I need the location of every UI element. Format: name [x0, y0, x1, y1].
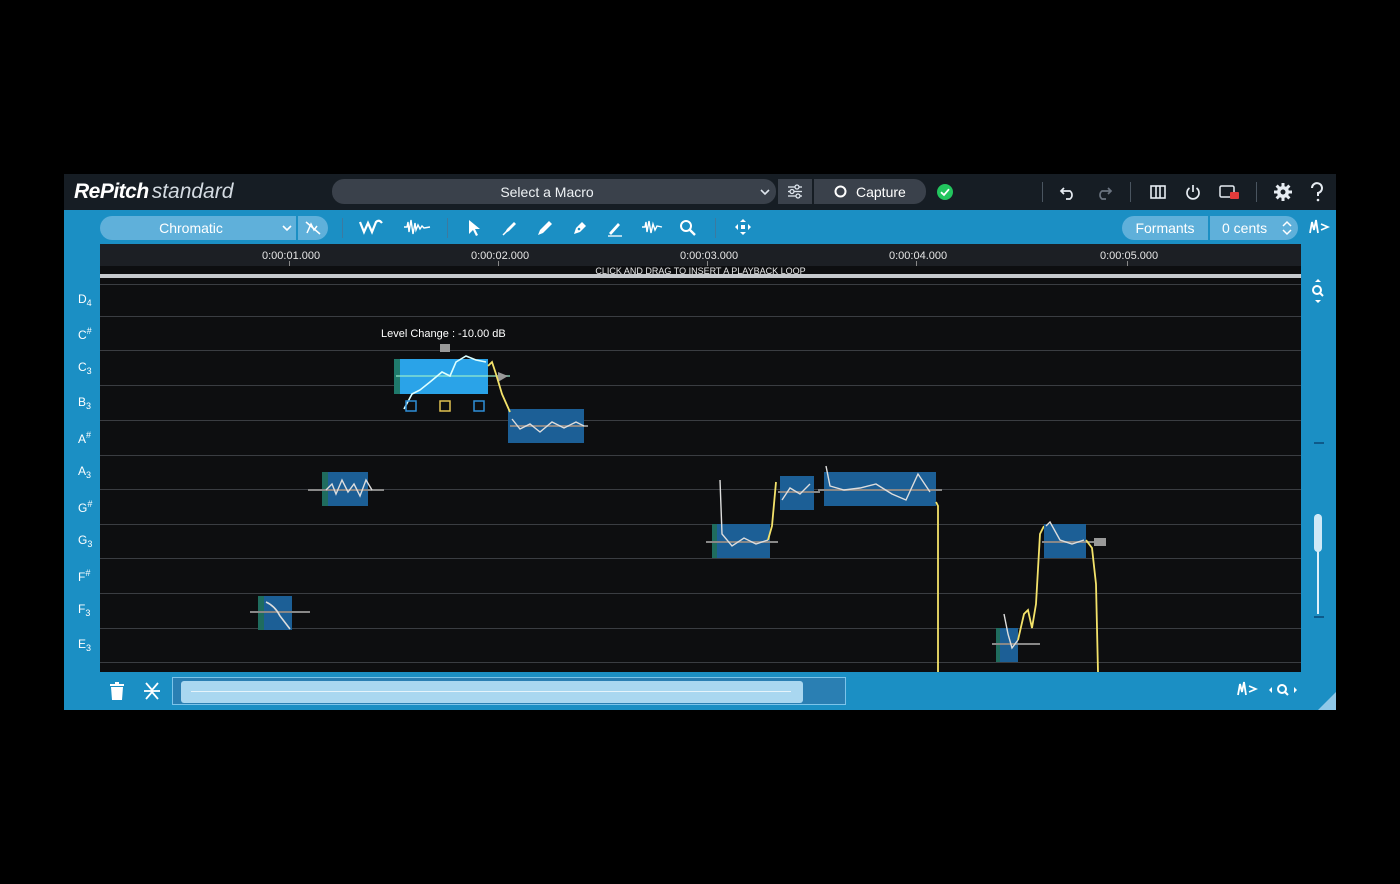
note-label: G#	[78, 499, 93, 515]
note-blob[interactable]	[706, 479, 778, 558]
formant-cents-value: 0 cents	[1222, 220, 1268, 236]
sliders-icon	[788, 184, 802, 199]
note-blob[interactable]	[508, 409, 588, 443]
title-bar: RePitch standard Select a Macro Capture	[64, 174, 1336, 210]
note-blob[interactable]	[778, 476, 820, 510]
note-label: E3	[78, 637, 92, 653]
note-label: F3	[78, 602, 91, 618]
pitch-blobs-canvas[interactable]	[100, 244, 1301, 672]
pointer-tool-icon[interactable]	[466, 219, 482, 237]
macro-settings-button[interactable]	[778, 179, 812, 204]
gear-icon[interactable]	[1273, 182, 1293, 202]
trash-icon[interactable]	[108, 681, 126, 701]
redo-icon[interactable]	[1095, 183, 1113, 201]
separator	[1130, 182, 1131, 202]
separator	[1256, 182, 1257, 202]
overview-scroll-thumb[interactable]	[181, 681, 803, 703]
note-label: B3	[78, 395, 92, 411]
level-tool-icon[interactable]	[641, 218, 663, 236]
app-logo: RePitch standard	[74, 180, 233, 204]
snap-toggle-button[interactable]	[298, 216, 328, 240]
note-label: C3	[78, 360, 92, 376]
formant-cents-stepper[interactable]: 0 cents	[1210, 216, 1298, 240]
pen-tool-icon[interactable]	[571, 219, 589, 237]
note-blob[interactable]	[308, 472, 384, 506]
separator	[447, 218, 448, 238]
separator	[715, 218, 716, 238]
capture-label: Capture	[856, 184, 906, 200]
capture-button[interactable]: Capture	[814, 179, 926, 204]
split-icon[interactable]	[143, 681, 161, 701]
waveform-view-icon[interactable]	[403, 218, 431, 236]
brand-name: RePitch	[74, 180, 149, 203]
stepper-arrows-icon	[1282, 220, 1292, 236]
move-tool-icon[interactable]	[734, 218, 752, 236]
chevron-down-icon	[282, 225, 292, 232]
pitch-tool-icon[interactable]	[501, 219, 519, 237]
note-label: A3	[78, 464, 92, 480]
macro-dropdown[interactable]: Select a Macro	[332, 179, 776, 204]
separator	[1042, 182, 1043, 202]
repitch-plugin-window: RePitchstandard Select a Macro Capture	[64, 174, 1336, 710]
toolbar: Chromatic Formants 0 cents	[64, 210, 1336, 244]
vertical-zoom-icon[interactable]	[1309, 278, 1327, 304]
resize-grip-icon[interactable]	[1316, 690, 1336, 710]
formant-view-icon[interactable]	[1308, 218, 1330, 236]
note-blob[interactable]	[818, 465, 942, 506]
formant-toggle-icon[interactable]	[1236, 680, 1258, 698]
overview-scrollbar[interactable]	[172, 677, 846, 705]
note-blob[interactable]	[1042, 520, 1106, 558]
note-label: C#	[78, 326, 92, 342]
latency-monitor-icon[interactable]	[1218, 183, 1240, 201]
chevron-down-icon	[760, 189, 770, 196]
brand-edition: standard	[151, 180, 234, 203]
pencil-tool-icon[interactable]	[536, 219, 554, 237]
note-blob[interactable]	[250, 596, 310, 630]
scale-mode-dropdown[interactable]: Chromatic	[100, 216, 296, 240]
macro-dropdown-label: Select a Macro	[500, 184, 594, 200]
note-label: F#	[78, 568, 91, 584]
formants-label: Formants	[1135, 220, 1195, 236]
snap-off-icon	[305, 221, 321, 235]
horizontal-zoom-icon[interactable]	[1268, 681, 1298, 699]
scale-mode-label: Chromatic	[159, 220, 223, 236]
status-check-icon	[937, 184, 953, 200]
note-label: D4	[78, 292, 92, 308]
help-icon[interactable]	[1308, 182, 1326, 202]
power-icon[interactable]	[1184, 183, 1202, 201]
note-label: A#	[78, 430, 92, 446]
undo-icon[interactable]	[1059, 183, 1077, 201]
line-tool-icon[interactable]	[606, 219, 624, 237]
selected-note-blob[interactable]	[394, 344, 510, 412]
zoom-tool-icon[interactable]	[679, 219, 697, 237]
note-label: G3	[78, 533, 93, 549]
columns-icon[interactable]	[1149, 183, 1167, 201]
pitch-editor[interactable]: 0:00:01.000 0:00:02.000 0:00:03.000 0:00…	[100, 244, 1301, 672]
record-circle-icon	[834, 185, 847, 198]
pitch-view-icon[interactable]	[358, 218, 384, 236]
separator	[342, 218, 343, 238]
vertical-zoom-thumb[interactable]	[1314, 514, 1322, 552]
formants-button[interactable]: Formants	[1122, 216, 1208, 240]
